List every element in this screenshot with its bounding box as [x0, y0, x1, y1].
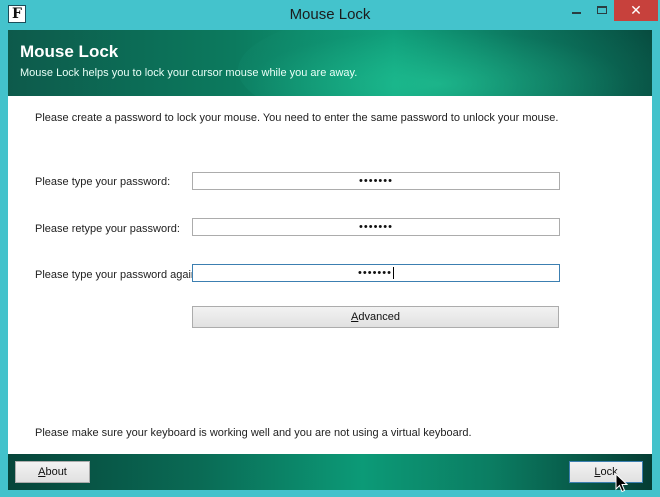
retype-password-field[interactable]: ••••••• [192, 218, 560, 236]
minimize-icon [572, 12, 581, 14]
footer-bar: About Lock [8, 454, 652, 490]
intro-text: Please create a password to lock your mo… [35, 112, 559, 124]
app-window: F Mouse Lock ✕ Mouse Lock Mouse Lock hel… [0, 0, 660, 497]
banner-subtitle: Mouse Lock helps you to lock your cursor… [20, 67, 358, 79]
lock-button[interactable]: Lock [569, 461, 643, 483]
window-title: Mouse Lock [289, 6, 371, 23]
main-panel: Please create a password to lock your mo… [8, 96, 652, 454]
password-field[interactable]: ••••••• [192, 172, 560, 190]
about-button[interactable]: About [15, 461, 90, 483]
banner-decoration [238, 30, 652, 96]
close-icon: ✕ [630, 2, 642, 18]
text-caret [392, 267, 394, 280]
about-label-rest: bout [45, 466, 67, 478]
advanced-label-rest: dvanced [358, 311, 400, 323]
minimize-button[interactable] [563, 0, 589, 21]
retype-password-label: Please retype your password: [35, 223, 180, 235]
confirm-password-label: Please type your password again: [35, 269, 201, 281]
banner-title: Mouse Lock [20, 42, 119, 61]
maximize-button[interactable] [589, 0, 615, 21]
maximize-icon [597, 6, 607, 14]
password-label: Please type your password: [35, 176, 171, 188]
title-bar[interactable]: F Mouse Lock ✕ [0, 0, 660, 30]
header-banner: Mouse Lock Mouse Lock helps you to lock … [8, 30, 652, 96]
confirm-password-value: ••••••• [358, 267, 392, 279]
advanced-button[interactable]: Advanced [192, 306, 559, 328]
confirm-password-field[interactable]: ••••••• [192, 264, 560, 282]
keyboard-note: Please make sure your keyboard is workin… [35, 427, 472, 439]
close-button[interactable]: ✕ [614, 0, 658, 21]
mouse-pointer-icon [615, 473, 629, 493]
